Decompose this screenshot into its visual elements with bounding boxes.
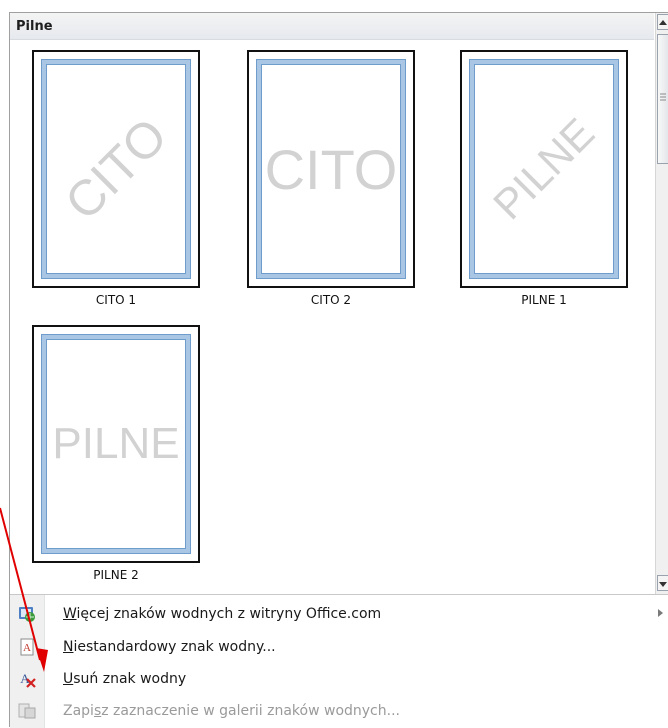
annotation-arrow [0,507,48,672]
